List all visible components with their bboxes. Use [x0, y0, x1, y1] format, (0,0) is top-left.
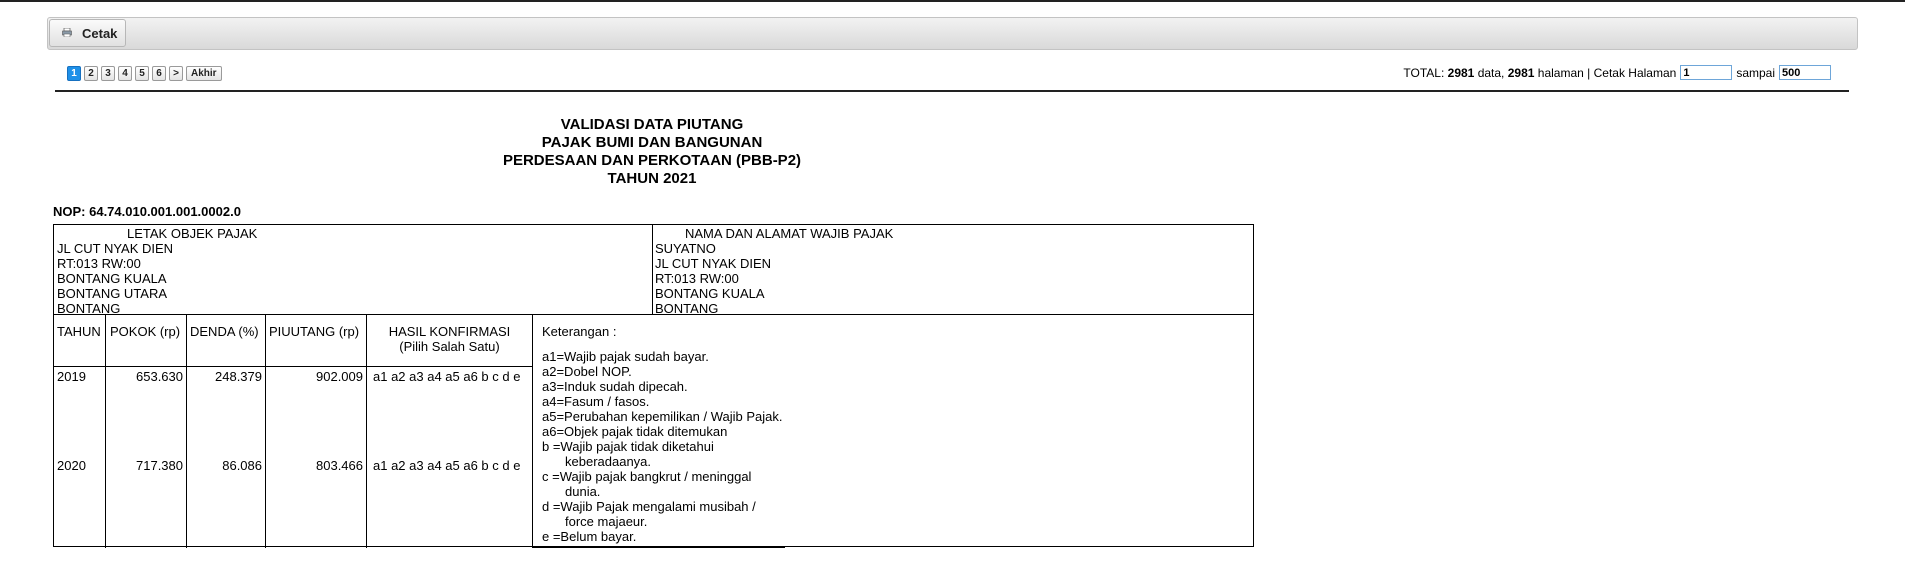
note-line: a5=Perubahan kepemilikan / Wajib Pajak. — [542, 409, 783, 424]
note-line: a1=Wajib pajak sudah bayar. — [542, 349, 709, 364]
page-link-3[interactable]: 3 — [101, 66, 115, 81]
data-label: data, — [1477, 65, 1505, 80]
taxpayer-line: RT:013 RW:00 — [655, 271, 739, 286]
last-page-button[interactable]: Akhir — [186, 66, 222, 81]
printer-icon — [62, 28, 72, 37]
note-line: a3=Induk sudah dipecah. — [542, 379, 688, 394]
taxpayer-line: JL CUT NYAK DIEN — [655, 256, 772, 271]
total-prefix: TOTAL: — [1403, 65, 1445, 80]
note-line: a4=Fasum / fasos. — [542, 394, 650, 409]
note-line: e =Belum bayar. — [542, 529, 637, 544]
note-line: a2=Dobel NOP. — [542, 364, 632, 379]
address-box: LETAK OBJEK PAJAK JL CUT NYAK DIEN RT:01… — [53, 224, 1254, 316]
taxpayer-heading: NAMA DAN ALAMAT WAJIB PAJAK — [685, 226, 894, 241]
note-line: force majaeur. — [565, 514, 648, 529]
row-2020-year: 2020 — [57, 458, 86, 473]
pagination: 1 2 3 4 5 6 > Akhir — [67, 66, 225, 81]
print-to-input[interactable] — [1779, 65, 1831, 80]
header-row-line — [54, 366, 532, 367]
page-link-1[interactable]: 1 — [67, 66, 81, 81]
note-line: c =Wajib pajak bangkrut / meninggal — [542, 469, 752, 484]
row-2020-pokok: 717.380 — [136, 458, 183, 473]
title-line: PAJAK BUMI DAN BANGUNAN — [541, 134, 763, 151]
object-line: JL CUT NYAK DIEN — [57, 241, 174, 256]
taxpayer-info: NAMA DAN ALAMAT WAJIB PAJAK SUYATNO JL C… — [655, 226, 893, 316]
object-location: LETAK OBJEK PAJAK JL CUT NYAK DIEN RT:01… — [57, 226, 257, 316]
header-confirmation: HASIL KONFIRMASI (Pilih Salah Satu) — [367, 324, 532, 354]
confirmation-title: HASIL KONFIRMASI — [388, 324, 511, 339]
note-line: d =Wajib Pajak mengalami musibah / — [542, 499, 756, 514]
page-link-2[interactable]: 2 — [84, 66, 98, 81]
object-heading: LETAK OBJEK PAJAK — [127, 226, 258, 241]
note-line: dunia. — [565, 484, 601, 499]
note-line: b =Wajib pajak tidak diketahui — [542, 439, 714, 454]
print-button[interactable]: Cetak — [49, 19, 126, 47]
title-line: VALIDASI DATA PIUTANG — [560, 116, 744, 133]
document-title: VALIDASI DATA PIUTANG PAJAK BUMI DAN BAN… — [440, 116, 864, 188]
notes: Keterangan : a1=Wajib pajak sudah bayar.… — [542, 324, 783, 544]
page-count: 2981 — [1507, 65, 1535, 80]
nop-label: NOP: 64.74.010.001.001.0002.0 — [53, 204, 241, 219]
row-2019-piutang: 902.009 — [316, 369, 363, 384]
page-link-4[interactable]: 4 — [118, 66, 132, 81]
column-divider — [652, 225, 653, 315]
object-line: BONTANG KUALA — [57, 271, 167, 286]
header-piutang: PIUUTANG (rp) — [269, 324, 360, 339]
row-2020-piutang: 803.466 — [316, 458, 363, 473]
row-2019-year: 2019 — [57, 369, 86, 384]
to-label: sampai — [1736, 65, 1775, 80]
object-line: RT:013 RW:00 — [57, 256, 141, 271]
col-line — [265, 315, 266, 548]
confirmation-subtitle: (Pilih Salah Satu) — [399, 339, 500, 354]
col-line — [186, 315, 187, 548]
header-denda: DENDA (%) — [190, 324, 259, 339]
validation-table: TAHUN POKOK (rp) DENDA (%) PIUUTANG (rp)… — [53, 314, 1254, 548]
notes-heading: Keterangan : — [542, 324, 617, 339]
page-link-5[interactable]: 5 — [135, 66, 149, 81]
header-divider — [55, 90, 1849, 92]
totals-bar: TOTAL: 2981 data, 2981 halaman | Cetak H… — [1403, 65, 1835, 80]
col-line — [532, 315, 533, 548]
header-pokok: POKOK (rp) — [110, 324, 181, 339]
header-tahun: TAHUN — [57, 324, 101, 339]
print-from-input[interactable] — [1680, 65, 1733, 80]
note-line: a6=Objek pajak tidak ditemukan — [542, 424, 728, 439]
taxpayer-line: BONTANG KUALA — [655, 286, 765, 301]
col-line — [105, 315, 106, 548]
data-count: 2981 — [1447, 65, 1475, 80]
object-line: BONTANG UTARA — [57, 286, 168, 301]
row-2019-pokok: 653.630 — [136, 369, 183, 384]
title-line: PERDESAAN DAN PERKOTAAN (PBB-P2) — [502, 152, 802, 169]
page-link-6[interactable]: 6 — [152, 66, 166, 81]
row-2020-options[interactable]: a1 a2 a3 a4 a5 a6 b c d e — [373, 458, 520, 473]
note-line: keberadaanya. — [565, 454, 652, 469]
notes-underline — [532, 547, 785, 548]
title-line: TAHUN 2021 — [607, 170, 697, 187]
row-2020-denda: 86.086 — [222, 458, 262, 473]
print-button-label: Cetak — [82, 26, 118, 41]
print-range-label: halaman | Cetak Halaman — [1537, 65, 1677, 80]
taxpayer-line: SUYATNO — [655, 241, 716, 256]
row-2019-options[interactable]: a1 a2 a3 a4 a5 a6 b c d e — [373, 369, 520, 384]
toolbar: Cetak — [47, 17, 1858, 50]
next-page-button[interactable]: > — [169, 66, 183, 81]
row-2019-denda: 248.379 — [215, 369, 262, 384]
top-border — [0, 0, 1905, 2]
